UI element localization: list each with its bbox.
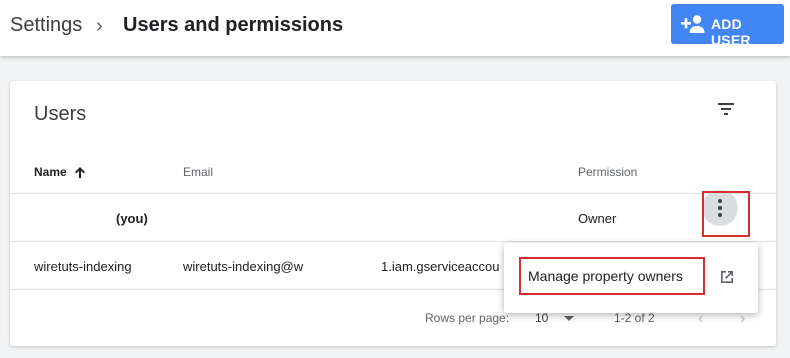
column-header-email: Email xyxy=(183,165,214,179)
row-actions-menu: Manage property owners xyxy=(504,243,758,313)
breadcrumb-separator-icon: › xyxy=(96,15,103,37)
filter-list-icon[interactable] xyxy=(716,101,736,117)
dropdown-caret-icon[interactable] xyxy=(564,316,574,321)
row-1-name: (you) xyxy=(116,211,148,226)
person-add-icon xyxy=(681,15,705,33)
column-header-name[interactable]: Name xyxy=(34,165,67,179)
open-in-new-icon[interactable] xyxy=(718,268,736,286)
page-title: Users and permissions xyxy=(123,14,344,36)
highlight-box-menu-item xyxy=(519,257,705,295)
pagination-range: 1-2 of 2 xyxy=(614,311,655,325)
row-2-email-tail: 1.iam.gserviceaccou xyxy=(381,259,500,274)
row-1-permission: Owner xyxy=(578,211,617,226)
breadcrumb-settings[interactable]: Settings xyxy=(10,14,82,37)
add-user-label: ADD USER xyxy=(711,16,751,48)
highlight-box-more-button xyxy=(702,191,750,237)
row-2-email: wiretuts-indexing@w xyxy=(183,259,304,274)
row-divider xyxy=(10,241,776,242)
row-2-name: wiretuts-indexing xyxy=(34,259,132,274)
top-bar: Settings › Users and permissions ADD USE… xyxy=(0,0,790,56)
rows-per-page-label: Rows per page: xyxy=(425,311,510,325)
rows-per-page-select[interactable]: 10 xyxy=(535,311,548,325)
arrow-up-icon[interactable] xyxy=(74,166,86,179)
header-divider xyxy=(10,193,776,194)
column-header-permission: Permission xyxy=(578,165,638,179)
card-title: Users xyxy=(34,103,87,125)
add-user-button[interactable]: ADD USER xyxy=(671,4,784,48)
